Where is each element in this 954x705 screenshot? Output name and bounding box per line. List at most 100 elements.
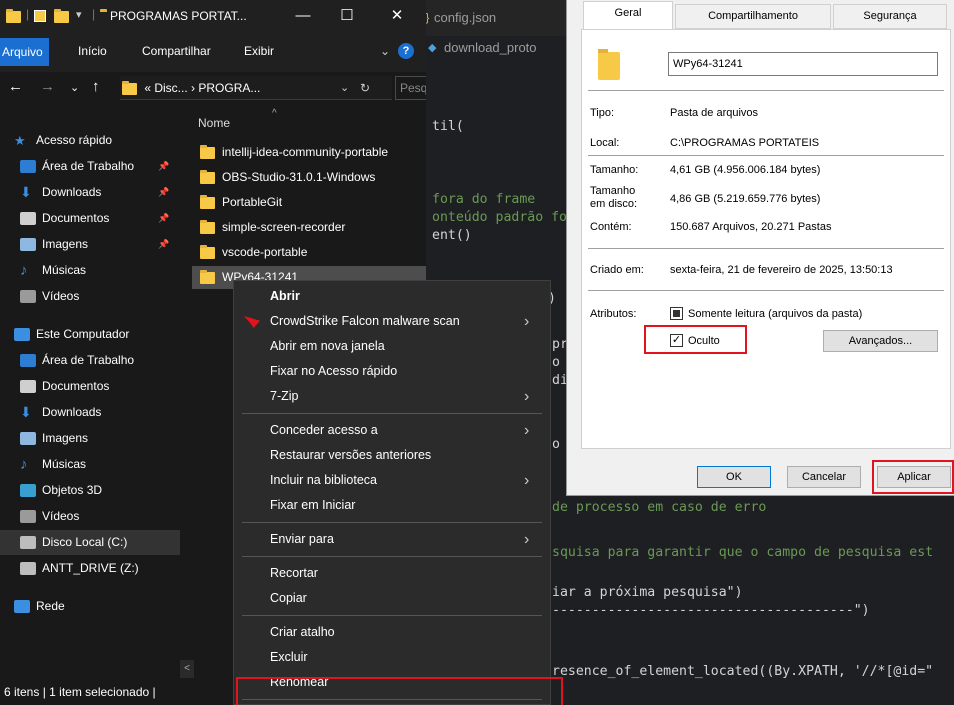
nav-item-label: Imagens (42, 431, 89, 445)
video-icon (20, 510, 36, 523)
ribbon-tab-arquivo[interactable]: Arquivo (0, 38, 49, 66)
nav-item[interactable]: Vídeos (0, 504, 180, 529)
nav-item[interactable]: Este Computador (0, 322, 180, 347)
scroll-left-icon[interactable]: < (180, 660, 194, 678)
menu-item[interactable]: 7-Zip › (234, 384, 550, 409)
ok-button[interactable]: OK (697, 466, 771, 488)
back-icon[interactable]: ← (8, 78, 23, 95)
cancel-button[interactable]: Cancelar (787, 466, 861, 488)
context-menu: Abrir CrowdStrike Falcon malware scan › Abr… (233, 280, 551, 705)
folder-icon (200, 270, 215, 284)
navigation-pane: ★ Acesso rápido Área de Trabalho 📌 ⬇ Download… (0, 110, 180, 680)
menu-item-label: Enviar para (270, 532, 334, 546)
tab-geral-label: Geral (614, 7, 642, 19)
menu-item[interactable]: Fixar no Acesso rápido (234, 359, 550, 384)
address-dropdown-icon[interactable]: ⌄ (340, 76, 349, 100)
folder-name-input[interactable]: WPy64-31241 (668, 52, 938, 76)
editor-breadcrumb-file-label: download_proto (444, 40, 537, 55)
address-bar[interactable]: « Disc... › PROGRA... ⌄ ↻ (120, 76, 392, 100)
menu-item[interactable]: CrowdStrike Falcon malware scan › (234, 309, 550, 334)
readonly-checkbox[interactable] (670, 307, 683, 320)
nav-item[interactable]: Imagens 📌 (0, 232, 180, 257)
nav-item[interactable]: Imagens (0, 426, 180, 451)
file-row[interactable]: OBS-Studio-31.0.1-Windows (192, 166, 426, 189)
menu-item[interactable]: Fixar em Iniciar (234, 493, 550, 518)
menu-item[interactable]: Criar atalho (234, 620, 550, 645)
up-icon[interactable]: ↑ (92, 78, 100, 95)
code-line: onteúdo padrão fo (432, 210, 567, 225)
nav-item[interactable]: ★ Acesso rápido (0, 128, 180, 153)
refresh-icon[interactable]: ↻ (360, 76, 370, 100)
menu-item[interactable]: Enviar para › (234, 527, 550, 552)
nav-item[interactable]: Área de Trabalho (0, 348, 180, 373)
nav-item[interactable]: ⬇ Downloads 📌 (0, 180, 180, 205)
maximize-button[interactable]: ☐ (326, 0, 368, 32)
nav-item[interactable]: Disco Local (C:) (0, 530, 180, 555)
tab-geral[interactable]: Geral (583, 1, 673, 30)
submenu-arrow-icon: › (524, 531, 530, 548)
quick-access-toolbar-dropdown-icon[interactable]: ▾ (76, 8, 82, 21)
close-button[interactable]: ✕ (376, 0, 418, 32)
editor-tab-config[interactable]: config.json (422, 0, 496, 36)
file-row[interactable]: intellij-idea-community-portable (192, 141, 426, 164)
tamanho-value: 4,61 GB (4.956.006.184 bytes) (670, 164, 821, 176)
nav-item[interactable]: Rede (0, 594, 180, 619)
menu-item[interactable]: Copiar (234, 586, 550, 611)
ribbon-expand-icon[interactable]: ⌄ (380, 44, 390, 58)
nav-item[interactable]: Objetos 3D (0, 478, 180, 503)
tab-seguranca[interactable]: Segurança (833, 4, 947, 29)
file-row-label: vscode-portable (222, 245, 308, 259)
new-folder-icon[interactable] (54, 9, 69, 23)
nav-item[interactable]: ♪ Músicas (0, 258, 180, 283)
pin-icon: 📌 (158, 239, 170, 249)
tab-compartilhamento-label: Compartilhamento (708, 10, 798, 22)
menu-item[interactable]: Abrir em nova janela (234, 334, 550, 359)
document-icon (20, 212, 36, 225)
nav-item[interactable]: Documentos (0, 374, 180, 399)
menu-item-label: Conceder acesso a (270, 423, 378, 437)
menu-item[interactable]: Restaurar versões anteriores (234, 443, 550, 468)
file-row[interactable]: PortableGit (192, 191, 426, 214)
menu-item[interactable]: Recortar (234, 561, 550, 586)
nav-item[interactable]: Vídeos (0, 284, 180, 309)
menu-separator (242, 522, 542, 523)
advanced-button[interactable]: Avançados... (823, 330, 938, 352)
ribbon-tab-exibir[interactable]: Exibir (244, 44, 274, 58)
folder-icon (200, 170, 215, 184)
file-row[interactable]: vscode-portable (192, 241, 426, 264)
nav-item[interactable]: ♪ Músicas (0, 452, 180, 477)
menu-item[interactable]: Incluir na biblioteca › (234, 468, 550, 493)
nav-item-label: Área de Trabalho (42, 159, 135, 173)
computer-icon (14, 328, 30, 341)
ribbon-tab-compartilhar[interactable]: Compartilhar (142, 44, 211, 58)
nav-item-label: Acesso rápido (36, 133, 113, 147)
editor-breadcrumb-file[interactable]: download_proto (428, 36, 537, 60)
tamanho-disco-value: 4,86 GB (5.219.659.776 bytes) (670, 193, 821, 205)
nav-item[interactable]: Documentos 📌 (0, 206, 180, 231)
nav-item[interactable]: ANTT_DRIVE (Z:) (0, 556, 180, 581)
properties-quick-icon[interactable] (34, 10, 46, 22)
menu-item[interactable]: Conceder acesso a › (234, 418, 550, 443)
pin-icon: 📌 (158, 161, 170, 171)
file-row[interactable]: simple-screen-recorder (192, 216, 426, 239)
forward-icon[interactable]: → (40, 78, 55, 95)
ribbon-tab-inicio[interactable]: Início (78, 44, 107, 58)
nav-item[interactable]: ⬇ Downloads (0, 400, 180, 425)
minimize-button[interactable]: — (282, 0, 324, 32)
nav-item-label: Vídeos (42, 509, 80, 523)
code-line: o (552, 355, 560, 370)
download-icon: ⬇ (20, 184, 32, 200)
recent-locations-icon[interactable]: ⌄ (70, 81, 79, 94)
readonly-label: Somente leitura (arquivos da pasta) (688, 308, 863, 320)
help-icon[interactable]: ? (398, 43, 414, 59)
menu-item[interactable]: Abrir (234, 284, 550, 309)
nav-item[interactable]: Área de Trabalho 📌 (0, 154, 180, 179)
submenu-arrow-icon: › (524, 472, 530, 489)
nav-item-label: Rede (36, 599, 65, 613)
pin-icon: 📌 (158, 187, 170, 197)
column-header-name[interactable]: Nome (198, 116, 230, 130)
tab-compartilhamento[interactable]: Compartilhamento (675, 4, 831, 29)
search-input[interactable]: Pesqu (395, 76, 426, 100)
menu-item-label: Criar atalho (270, 625, 335, 639)
menu-item[interactable]: Excluir (234, 645, 550, 670)
